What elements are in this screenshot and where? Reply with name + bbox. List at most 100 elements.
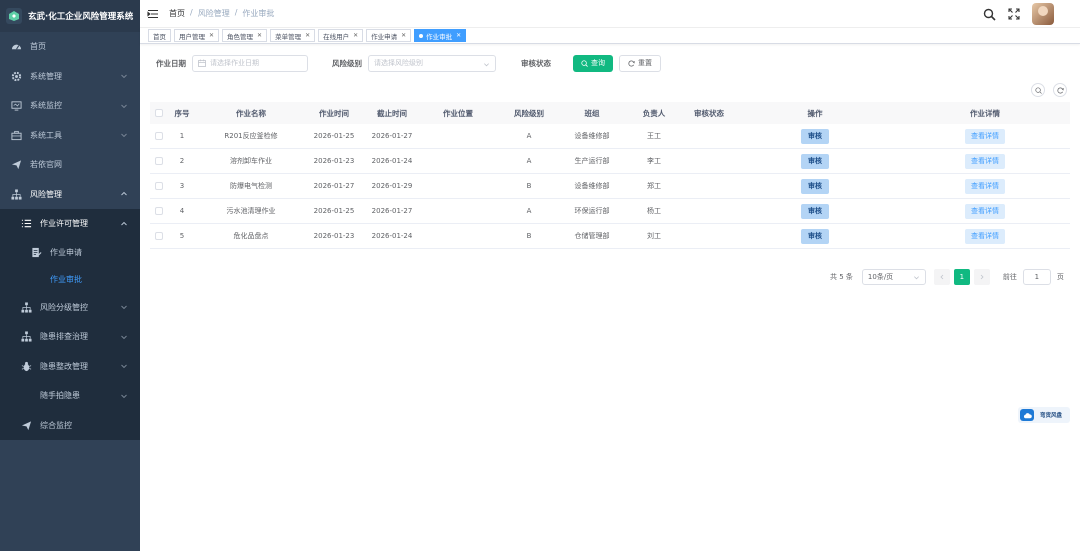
cell-location: [422, 149, 494, 173]
close-icon[interactable]: ✕: [257, 32, 262, 39]
audit-button[interactable]: 审核: [801, 178, 829, 194]
close-icon[interactable]: ✕: [401, 32, 406, 39]
tag-role[interactable]: 角色管理 ✕: [222, 29, 268, 42]
view-detail-button[interactable]: 查看详情: [965, 178, 1005, 194]
search-icon[interactable]: [983, 8, 996, 21]
goto-page-input[interactable]: 1: [1022, 268, 1051, 285]
cell-detail: 查看详情: [900, 224, 1070, 248]
audit-button[interactable]: 审核: [801, 228, 829, 244]
next-page-button[interactable]: [973, 268, 990, 285]
tag-menu[interactable]: 菜单管理 ✕: [270, 29, 316, 42]
view-detail-button[interactable]: 查看详情: [965, 228, 1005, 244]
tag-label: 用户管理: [179, 32, 205, 41]
reset-label: 重置: [638, 59, 652, 67]
column-header: 截止时间: [377, 108, 407, 118]
view-detail-button[interactable]: 查看详情: [965, 203, 1005, 219]
cell-actions: 审核: [730, 174, 900, 198]
row-checkbox[interactable]: [155, 132, 163, 140]
sidebar-item-system[interactable]: 系统管理: [0, 62, 140, 92]
sidebar-item-label: 隐患整改管理: [40, 361, 88, 371]
refresh-table-button[interactable]: [1053, 83, 1067, 97]
header-actions: [983, 3, 1054, 25]
hamburger-icon[interactable]: [147, 8, 159, 20]
avatar[interactable]: [1032, 3, 1054, 25]
sidebar-item-risk[interactable]: 风险管理: [0, 180, 140, 210]
sidebar-item-apply[interactable]: 作业申请: [0, 239, 140, 266]
tag-approve[interactable]: 作业审批 ✕: [414, 29, 467, 42]
sidebar-item-label: 系统工具: [30, 130, 62, 140]
date-picker[interactable]: 请选择作业日期: [192, 54, 308, 72]
sidebar-item-permit[interactable]: 作业许可管理: [0, 209, 140, 239]
logo[interactable]: 玄武·化工企业风险管理系统: [0, 0, 140, 32]
close-icon[interactable]: ✕: [209, 32, 214, 39]
sidebar-item-rectify[interactable]: 隐患整改管理: [0, 352, 140, 382]
sidebar-item-home[interactable]: 首页: [0, 32, 140, 62]
audit-button[interactable]: 审核: [801, 128, 829, 144]
row-checkbox[interactable]: [155, 157, 163, 165]
audit-button[interactable]: 审核: [801, 203, 829, 219]
sidebar-item-overview[interactable]: 综合监控: [0, 411, 140, 441]
cell-detail: 查看详情: [900, 174, 1070, 198]
page-number-current[interactable]: 1: [953, 268, 970, 285]
sidebar-item-snapshot[interactable]: 随手拍隐患: [0, 381, 140, 411]
cell-location: [422, 174, 494, 198]
search-icon: [581, 59, 588, 67]
cell-team: 设备维修部: [574, 132, 610, 140]
sidebar-item-label: 风险管理: [30, 189, 62, 199]
cell-start: 2026-01-23: [313, 232, 355, 240]
cell-start: 2026-01-23: [313, 157, 355, 165]
toolbox-icon: [10, 129, 22, 141]
row-select-cell: [150, 149, 168, 173]
breadcrumb-home[interactable]: 首页: [169, 8, 185, 19]
reset-button[interactable]: 重置: [619, 54, 661, 72]
sidebar-item-risk-level[interactable]: 风险分级管控: [0, 293, 140, 323]
row-select-cell: [150, 124, 168, 148]
column-header: 作业位置: [443, 108, 473, 118]
column-header: 作业详情: [970, 108, 1000, 118]
cell-location: [422, 124, 494, 148]
cell-start: 2026-01-25: [313, 132, 355, 140]
tree-icon: [20, 301, 32, 313]
cell-end: 2026-01-24: [371, 232, 413, 240]
row-checkbox[interactable]: [155, 232, 163, 240]
sidebar-item-label: 作业申请: [50, 247, 82, 257]
chevron-left-icon: [940, 274, 944, 279]
close-icon[interactable]: ✕: [305, 32, 310, 39]
monitor-icon: [10, 100, 22, 112]
page-size-select[interactable]: 10条/页: [861, 268, 926, 285]
sidebar-item-approve[interactable]: 作业审批: [0, 266, 140, 293]
chevron-down-icon: [121, 364, 127, 369]
row-checkbox[interactable]: [155, 207, 163, 215]
close-icon[interactable]: ✕: [456, 32, 461, 39]
search-icon: [1034, 86, 1042, 94]
table-row: 5 危化品盘点 2026-01-23 2026-01-24 B 仓储管理部 刘工…: [150, 224, 1070, 249]
floating-widget[interactable]: 弯货风盘: [1018, 407, 1070, 423]
level-select[interactable]: 请选择风险级别: [368, 54, 496, 72]
form-icon: [30, 246, 42, 258]
sidebar-item-monitor[interactable]: 系统监控: [0, 91, 140, 121]
query-button[interactable]: 查询: [573, 54, 613, 72]
page-suffix: 页: [1056, 272, 1064, 281]
row-checkbox[interactable]: [155, 182, 163, 190]
fullscreen-icon[interactable]: [1008, 8, 1020, 20]
cell-level: B: [526, 182, 532, 190]
prev-page-button[interactable]: [933, 268, 950, 285]
tag-apply[interactable]: 作业申请 ✕: [366, 29, 412, 42]
tag-home[interactable]: 首页: [148, 29, 171, 42]
audit-button[interactable]: 审核: [801, 153, 829, 169]
sidebar-item-website[interactable]: 若依官网: [0, 150, 140, 180]
cell-end: 2026-01-27: [371, 132, 413, 140]
sidebar-item-hazard-check[interactable]: 隐患排查治理: [0, 322, 140, 352]
sidebar-item-tools[interactable]: 系统工具: [0, 121, 140, 151]
tag-user[interactable]: 用户管理 ✕: [174, 29, 220, 42]
floating-widget-label: 弯货风盘: [1040, 413, 1063, 419]
toggle-search-button[interactable]: [1031, 83, 1045, 97]
table-row: 3 防爆电气检测 2026-01-27 2026-01-29 B 设备维修部 郑…: [150, 174, 1070, 199]
cell-detail: 查看详情: [900, 124, 1070, 148]
select-all-checkbox[interactable]: [155, 109, 163, 117]
sidebar-item-label: 首页: [30, 42, 46, 52]
view-detail-button[interactable]: 查看详情: [965, 153, 1005, 169]
close-icon[interactable]: ✕: [353, 32, 358, 39]
view-detail-button[interactable]: 查看详情: [965, 128, 1005, 144]
tag-online[interactable]: 在线用户 ✕: [318, 29, 364, 42]
